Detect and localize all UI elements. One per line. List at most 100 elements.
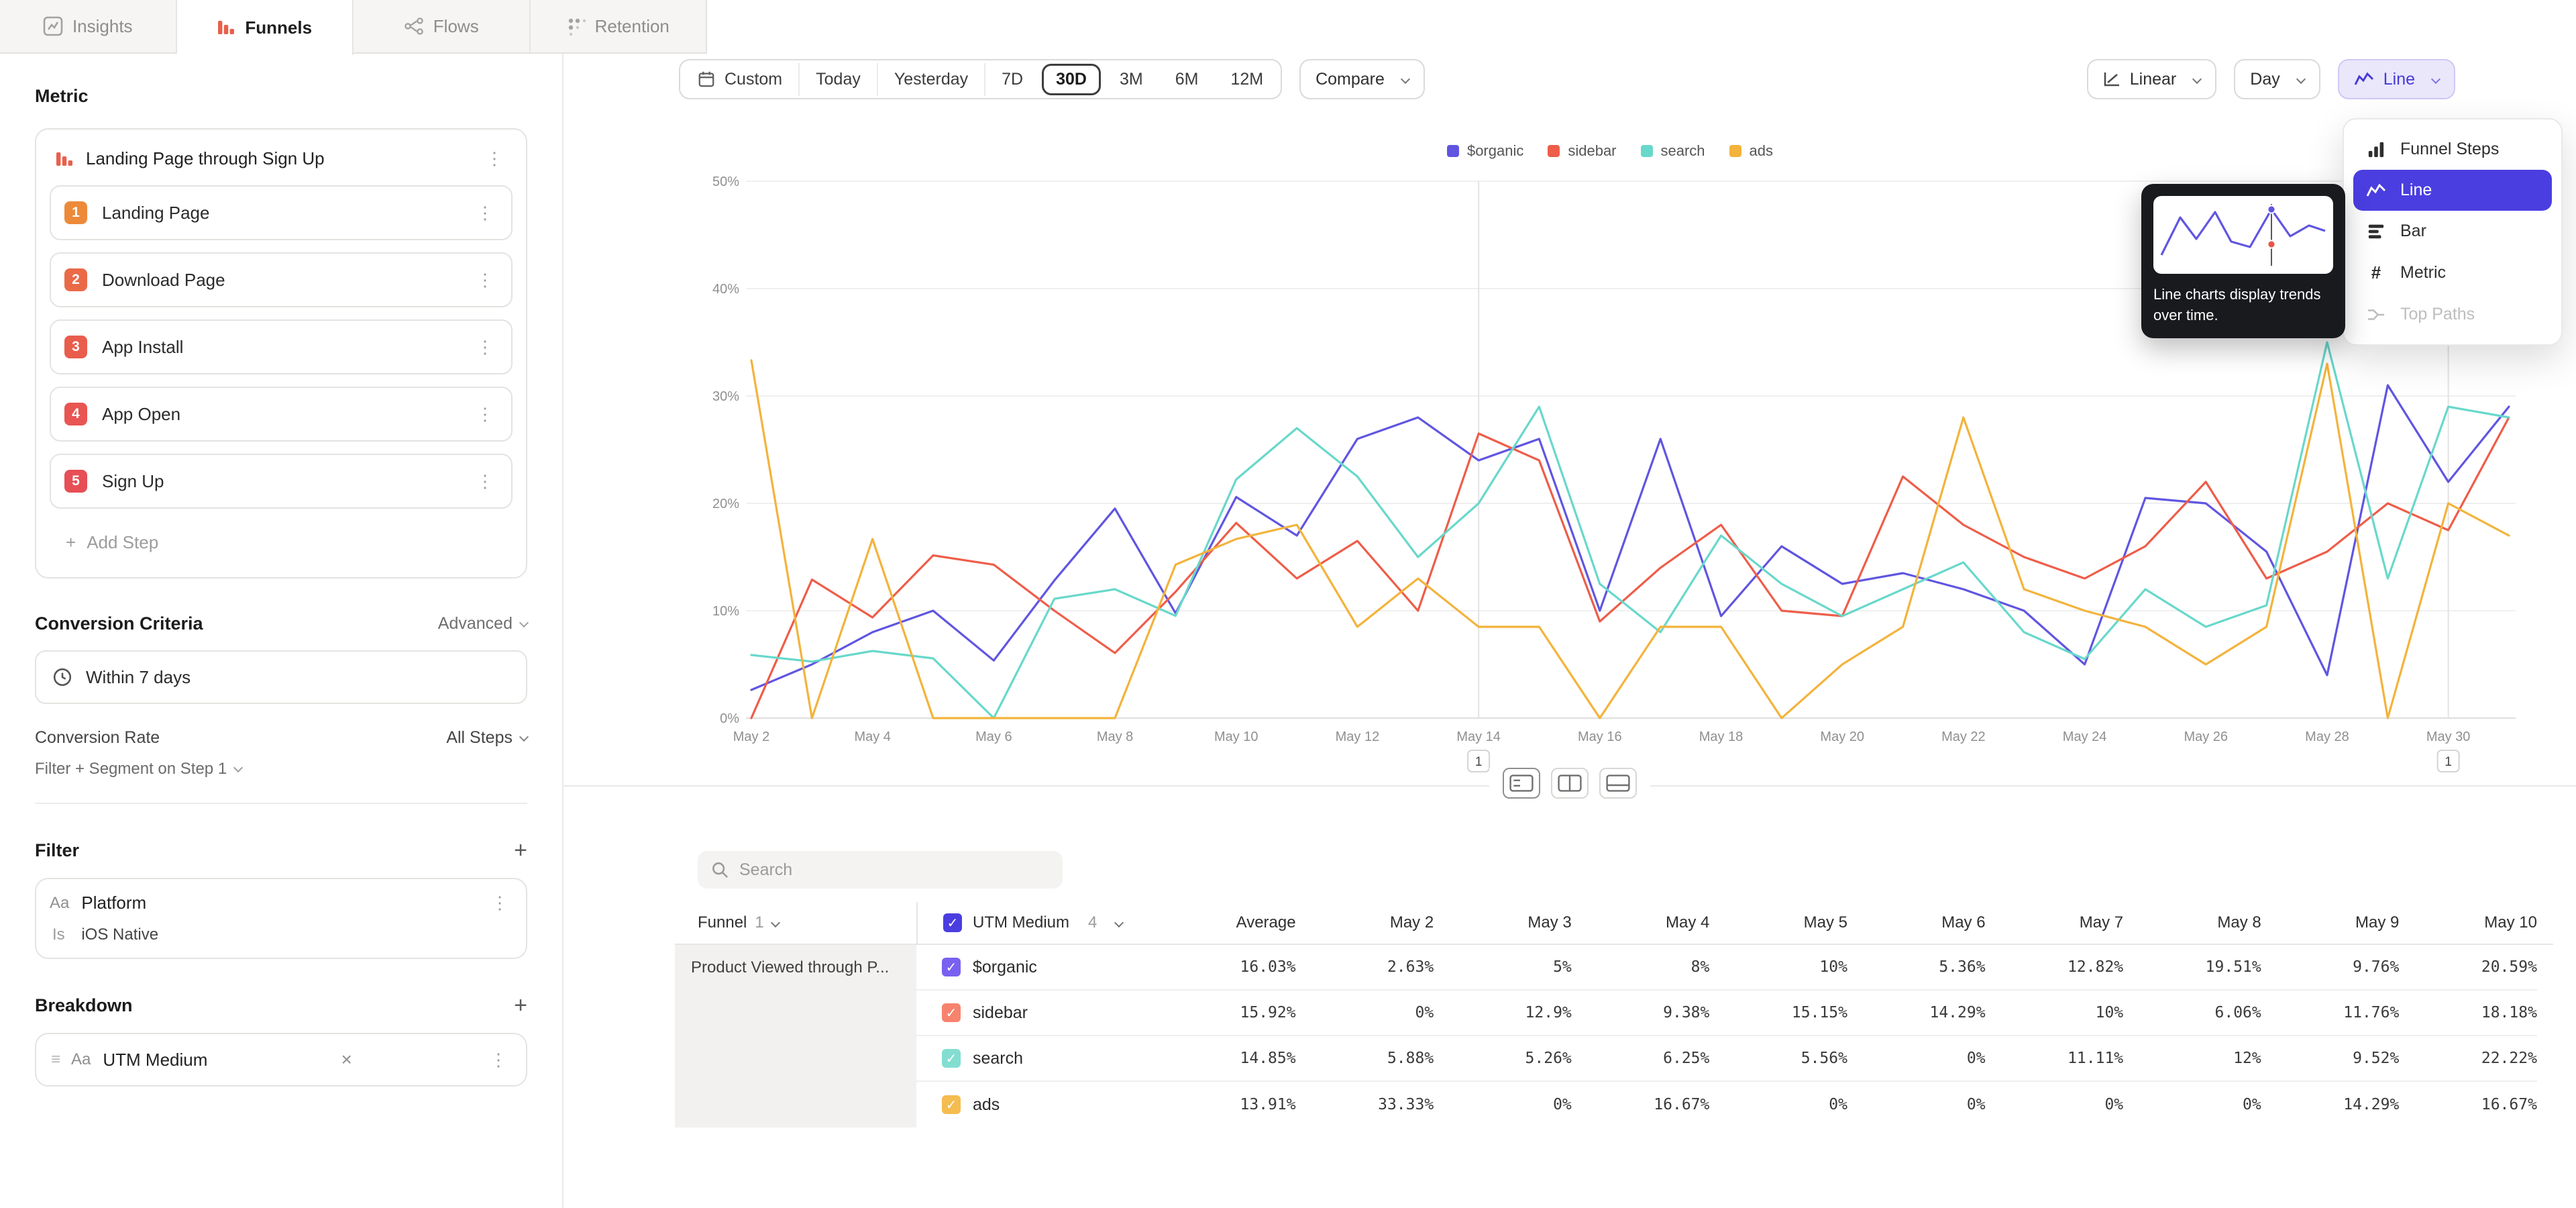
kebab-icon[interactable]: ⋮ bbox=[486, 1050, 511, 1070]
property-type-badge: Aa bbox=[71, 1050, 91, 1069]
row-checkbox[interactable]: ✓ bbox=[942, 958, 961, 976]
kebab-icon[interactable]: ⋮ bbox=[472, 203, 498, 223]
value-cell: 14.29% bbox=[2261, 1096, 2400, 1113]
funnel-step[interactable]: 1Landing Page⋮ bbox=[50, 185, 513, 240]
interval-button[interactable]: Day bbox=[2234, 59, 2320, 99]
advanced-toggle[interactable]: Advanced bbox=[438, 614, 527, 634]
add-breakdown-button[interactable]: + bbox=[514, 994, 527, 1017]
column-header: May 2 bbox=[1296, 902, 1434, 944]
breakdown-table: Funnel1 ✓ UTM Medium4 AverageMay 2May 3M… bbox=[675, 902, 2553, 1127]
view-toggle-split[interactable] bbox=[1551, 768, 1589, 799]
conversion-window-row[interactable]: Within 7 days bbox=[35, 650, 527, 704]
column-header: Average bbox=[1158, 902, 1296, 944]
value-cell: 14.29% bbox=[1847, 1004, 1986, 1021]
insights-icon bbox=[43, 16, 63, 36]
funnel-step[interactable]: 4App Open⋮ bbox=[50, 387, 513, 442]
select-all-checkbox[interactable]: ✓ bbox=[943, 913, 962, 932]
filter-operator[interactable]: Is bbox=[52, 925, 65, 944]
line-icon bbox=[2365, 183, 2387, 199]
range-yesterday[interactable]: Yesterday bbox=[878, 63, 985, 96]
value-cell: 5% bbox=[1434, 958, 1572, 976]
funnel-step[interactable]: 2Download Page⋮ bbox=[50, 252, 513, 307]
chart-type-button[interactable]: Line bbox=[2338, 59, 2455, 99]
tab-flows[interactable]: Flows bbox=[354, 0, 531, 52]
add-step-label: Add Step bbox=[87, 532, 158, 553]
filter-property[interactable]: Platform bbox=[81, 893, 146, 913]
svg-text:50%: 50% bbox=[712, 174, 739, 189]
query-sidebar: Metric Landing Page through Sign Up ⋮ 1L… bbox=[0, 54, 564, 1208]
kebab-icon[interactable]: ⋮ bbox=[472, 471, 498, 492]
table-body: Product Viewed through P... ✓$organic16.… bbox=[675, 945, 2553, 1127]
range-today[interactable]: Today bbox=[800, 63, 878, 96]
step-label: App Install bbox=[102, 337, 183, 358]
range-30d[interactable]: 30D bbox=[1042, 64, 1101, 95]
range-12m[interactable]: 12M bbox=[1214, 63, 1279, 96]
add-step-button[interactable]: + Add Step bbox=[50, 521, 513, 564]
kebab-icon[interactable]: ⋮ bbox=[472, 404, 498, 425]
filter-card: Aa Platform ⋮ Is iOS Native bbox=[35, 878, 527, 959]
row-checkbox[interactable]: ✓ bbox=[942, 1049, 961, 1068]
step-number-badge: 3 bbox=[64, 336, 87, 358]
table-row: ✓sidebar15.92%0%12.9%9.38%15.15%14.29%10… bbox=[916, 991, 2537, 1036]
funnel-step-group-cell[interactable]: Product Viewed through P... bbox=[675, 945, 916, 1127]
kebab-icon[interactable]: ⋮ bbox=[487, 893, 513, 913]
axes-icon bbox=[2103, 71, 2121, 87]
menu-item-funnel-steps[interactable]: Funnel Steps bbox=[2353, 129, 2552, 170]
kebab-icon[interactable]: ⋮ bbox=[472, 270, 498, 291]
value-cell: 8% bbox=[1572, 958, 1710, 976]
value-cell: 12.82% bbox=[1986, 958, 2124, 976]
funnel-column-header[interactable]: Funnel1 bbox=[675, 902, 916, 944]
value-cell: 0% bbox=[1847, 1096, 1986, 1113]
remove-breakdown-icon[interactable]: × bbox=[339, 1049, 355, 1070]
view-toggle-left-panel[interactable] bbox=[1503, 768, 1540, 799]
svg-text:May 30: May 30 bbox=[2426, 729, 2471, 744]
drag-handle-icon[interactable]: ≡ bbox=[51, 1050, 60, 1069]
menu-item-line[interactable]: Line bbox=[2353, 170, 2552, 211]
divider bbox=[35, 803, 527, 804]
search-input[interactable] bbox=[739, 860, 1049, 880]
funnel-step[interactable]: 5Sign Up⋮ bbox=[50, 454, 513, 509]
kebab-icon[interactable]: ⋮ bbox=[472, 337, 498, 358]
scale-button[interactable]: Linear bbox=[2087, 59, 2217, 99]
compare-button[interactable]: Compare bbox=[1299, 59, 1425, 99]
breakdown-property: UTM Medium bbox=[103, 1050, 207, 1070]
value-cell: 5.36% bbox=[1847, 958, 1986, 976]
step-number-badge: 5 bbox=[64, 470, 87, 493]
breakdown-row[interactable]: ≡ Aa UTM Medium × ⋮ bbox=[35, 1033, 527, 1087]
tab-insights[interactable]: Insights bbox=[0, 0, 177, 52]
value-cell: 10% bbox=[1709, 958, 1847, 976]
tab-retention[interactable]: Retention bbox=[531, 0, 706, 52]
value-cell: 0% bbox=[1296, 1004, 1434, 1021]
chart-type-menu: Funnel StepsLineBar#MetricTop Paths bbox=[2343, 118, 2563, 346]
conversion-rate-selector[interactable]: All Steps bbox=[446, 728, 527, 748]
breakdown-column-header[interactable]: ✓ UTM Medium4 bbox=[916, 902, 1158, 944]
funnel-header[interactable]: Landing Page through Sign Up ⋮ bbox=[50, 143, 513, 185]
flows-icon bbox=[404, 17, 424, 36]
range-custom[interactable]: Custom bbox=[682, 63, 800, 96]
range-6m[interactable]: 6M bbox=[1159, 63, 1215, 96]
tab-label: Flows bbox=[433, 16, 479, 37]
value-cell: 0% bbox=[2123, 1096, 2261, 1113]
svg-text:May 18: May 18 bbox=[1699, 729, 1743, 744]
value-cell: 9.38% bbox=[1572, 1004, 1710, 1021]
funnel-step[interactable]: 3 App Install ⋮ bbox=[50, 319, 513, 374]
view-toggle-bottom-panel[interactable] bbox=[1599, 768, 1637, 799]
filter-value[interactable]: iOS Native bbox=[81, 925, 158, 944]
menu-item-metric[interactable]: #Metric bbox=[2353, 252, 2552, 294]
menu-item-bar[interactable]: Bar bbox=[2353, 211, 2552, 252]
range-7d[interactable]: 7D bbox=[985, 63, 1039, 96]
value-cell: 16.67% bbox=[2399, 1096, 2537, 1113]
kebab-icon[interactable]: ⋮ bbox=[482, 148, 507, 169]
value-cell: 5.88% bbox=[1296, 1050, 1434, 1067]
funnel-title: Landing Page through Sign Up bbox=[86, 148, 325, 169]
svg-text:May 10: May 10 bbox=[1214, 729, 1258, 744]
filter-segment-toggle[interactable]: Filter + Segment on Step 1 bbox=[35, 760, 527, 778]
range-3m[interactable]: 3M bbox=[1104, 63, 1159, 96]
value-cell: 15.15% bbox=[1709, 1004, 1847, 1021]
svg-text:30%: 30% bbox=[712, 389, 739, 404]
row-checkbox[interactable]: ✓ bbox=[942, 1095, 961, 1114]
add-filter-button[interactable]: + bbox=[514, 839, 527, 862]
column-header: May 3 bbox=[1434, 902, 1572, 944]
tab-funnels[interactable]: Funnels bbox=[177, 0, 354, 55]
row-checkbox[interactable]: ✓ bbox=[942, 1003, 961, 1022]
